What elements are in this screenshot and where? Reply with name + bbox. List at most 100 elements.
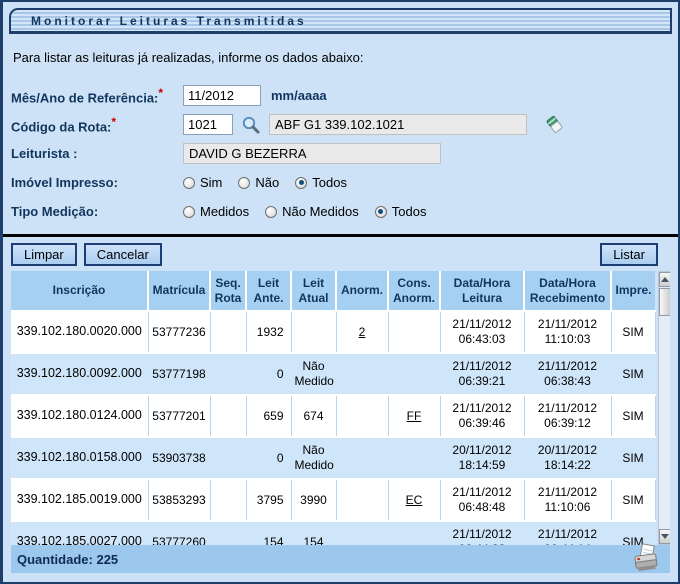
cell-inscricao: 339.102.185.0019.000 [11,479,148,521]
cell-leit-ante: 3795 [246,479,291,521]
cell-inscricao: 339.102.180.0158.000 [11,437,148,479]
search-icon[interactable] [239,113,263,137]
codigo-rota-label: Código da Rota:* [11,115,183,134]
form-row-imovel-impresso: Imóvel Impresso: Sim Não Todos [11,168,670,197]
cell-matricula: 53853293 [148,479,210,521]
eraser-icon[interactable] [543,113,567,137]
col-header-impre: Impre. [611,271,655,311]
rota-descricao-field: ABF G1 339.102.1021 [269,114,527,135]
listar-button[interactable]: Listar [600,243,658,266]
page-title: Monitorar Leituras Transmitidas [31,14,307,28]
cell-data-hora-leitura: 21/11/2012 06:43:03 [440,311,524,353]
cell-leit-ante: 154 [246,521,291,545]
cell-data-hora-leitura: 20/11/2012 18:14:59 [440,437,524,479]
cons-anorm-link[interactable]: FF [407,409,422,423]
cancelar-button[interactable]: Cancelar [84,243,162,266]
limpar-button[interactable]: Limpar [11,243,77,266]
intro-text: Para listar as leituras já realizadas, i… [13,50,668,65]
cell-leit-atual [291,311,336,353]
table-header-row: Inscrição Matrícula Seq. Rota Leit Ante.… [11,271,655,311]
table-scrollbar[interactable] [658,271,671,545]
radio-imovel-nao[interactable] [238,177,250,189]
form-divider [3,234,678,237]
cell-anorm [336,395,388,437]
cell-data-hora-recebimento: 20/11/2012 18:14:22 [524,437,611,479]
anorm-link[interactable]: 2 [359,325,366,339]
form-row-codigo-rota: Código da Rota:* ABF G1 339.102.1021 [11,110,670,139]
cell-matricula: 53777260 [148,521,210,545]
radio-imovel-nao-label: Não [255,175,279,190]
cell-leit-atual: Não Medido [291,353,336,395]
radio-imovel-sim[interactable] [183,177,195,189]
table-row: 339.102.180.0020.000 53777236 1932 2 21/… [11,311,655,353]
cell-seq-rota [210,395,246,437]
form-row-mes-ano: Mês/Ano de Referência:* mm/aaaa [11,81,670,110]
cell-impre: SIM [611,437,655,479]
imovel-impresso-label: Imóvel Impresso: [11,175,183,190]
cell-data-hora-recebimento: 21/11/2012 11:10:06 [524,479,611,521]
required-asterisk: * [158,86,163,100]
cell-anorm [336,521,388,545]
cell-leit-atual: Não Medido [291,437,336,479]
cell-cons-anorm [388,353,440,395]
mes-ano-input[interactable] [183,85,261,106]
cell-leit-ante: 1932 [246,311,291,353]
col-header-data-hora-recebimento: Data/Hora Recebimento [524,271,611,311]
mes-ano-mask-hint: mm/aaaa [271,88,327,103]
cons-anorm-link[interactable]: EC [406,493,423,507]
cell-cons-anorm [388,521,440,545]
radio-medicao-todos[interactable] [375,206,387,218]
radio-imovel-todos-label: Todos [312,175,347,190]
radio-medicao-todos-label: Todos [392,204,427,219]
cell-data-hora-recebimento: 21/11/2012 06:39:12 [524,395,611,437]
radio-medicao-nao-medidos[interactable] [265,206,277,218]
cell-inscricao: 339.102.180.0092.000 [11,353,148,395]
imovel-impresso-radio-group: Sim Não Todos [183,175,363,190]
table-row: 339.102.180.0158.000 53903738 0 Não Medi… [11,437,655,479]
printer-icon[interactable] [630,542,662,579]
quantidade-text: Quantidade: 225 [17,552,118,567]
radio-imovel-sim-label: Sim [200,175,222,190]
action-buttons-row: Limpar Cancelar Listar [11,243,670,266]
page-title-tab: Monitorar Leituras Transmitidas [9,8,672,34]
cell-anorm [336,353,388,395]
cell-data-hora-recebimento: 21/11/2012 06:44:14 [524,521,611,545]
monitor-leituras-window: Monitorar Leituras Transmitidas Para lis… [0,0,680,584]
scrollbar-thumb[interactable] [659,288,671,316]
cell-leit-ante: 659 [246,395,291,437]
scroll-up-icon[interactable] [659,272,671,287]
required-asterisk: * [111,115,116,129]
filter-form: Mês/Ano de Referência:* mm/aaaa Código d… [11,81,670,226]
radio-medicao-medidos[interactable] [183,206,195,218]
radio-medicao-nao-medidos-label: Não Medidos [282,204,359,219]
tipo-medicao-radio-group: Medidos Não Medidos Todos [183,204,442,219]
results-table: Inscrição Matrícula Seq. Rota Leit Ante.… [11,271,656,545]
radio-medicao-medidos-label: Medidos [200,204,249,219]
radio-imovel-todos[interactable] [295,177,307,189]
cell-data-hora-leitura: 21/11/2012 06:39:21 [440,353,524,395]
tipo-medicao-label: Tipo Medição: [11,204,183,219]
col-header-leit-ante: Leit Ante. [246,271,291,311]
cell-impre: SIM [611,311,655,353]
col-header-anorm: Anorm. [336,271,388,311]
cell-inscricao: 339.102.185.0027.000 [11,521,148,545]
codigo-rota-input[interactable] [183,114,233,135]
table-row: 339.102.180.0092.000 53777198 0 Não Medi… [11,353,655,395]
cell-data-hora-recebimento: 21/11/2012 06:38:43 [524,353,611,395]
cell-inscricao: 339.102.180.0020.000 [11,311,148,353]
cell-seq-rota [210,311,246,353]
cell-impre: SIM [611,353,655,395]
cell-inscricao: 339.102.180.0124.000 [11,395,148,437]
col-header-cons-anorm: Cons. Anorm. [388,271,440,311]
cell-seq-rota [210,479,246,521]
cell-leit-ante: 0 [246,437,291,479]
cell-leit-atual: 154 [291,521,336,545]
col-header-matricula: Matrícula [148,271,210,311]
cell-impre: SIM [611,479,655,521]
quantity-footer-bar: Quantidade: 225 [11,545,670,573]
cell-data-hora-leitura: 21/11/2012 06:39:46 [440,395,524,437]
leiturista-field: DAVID G BEZERRA [183,143,441,164]
cell-matricula: 53777201 [148,395,210,437]
leiturista-label: Leiturista : [11,146,183,161]
col-header-leit-atual: Leit Atual [291,271,336,311]
